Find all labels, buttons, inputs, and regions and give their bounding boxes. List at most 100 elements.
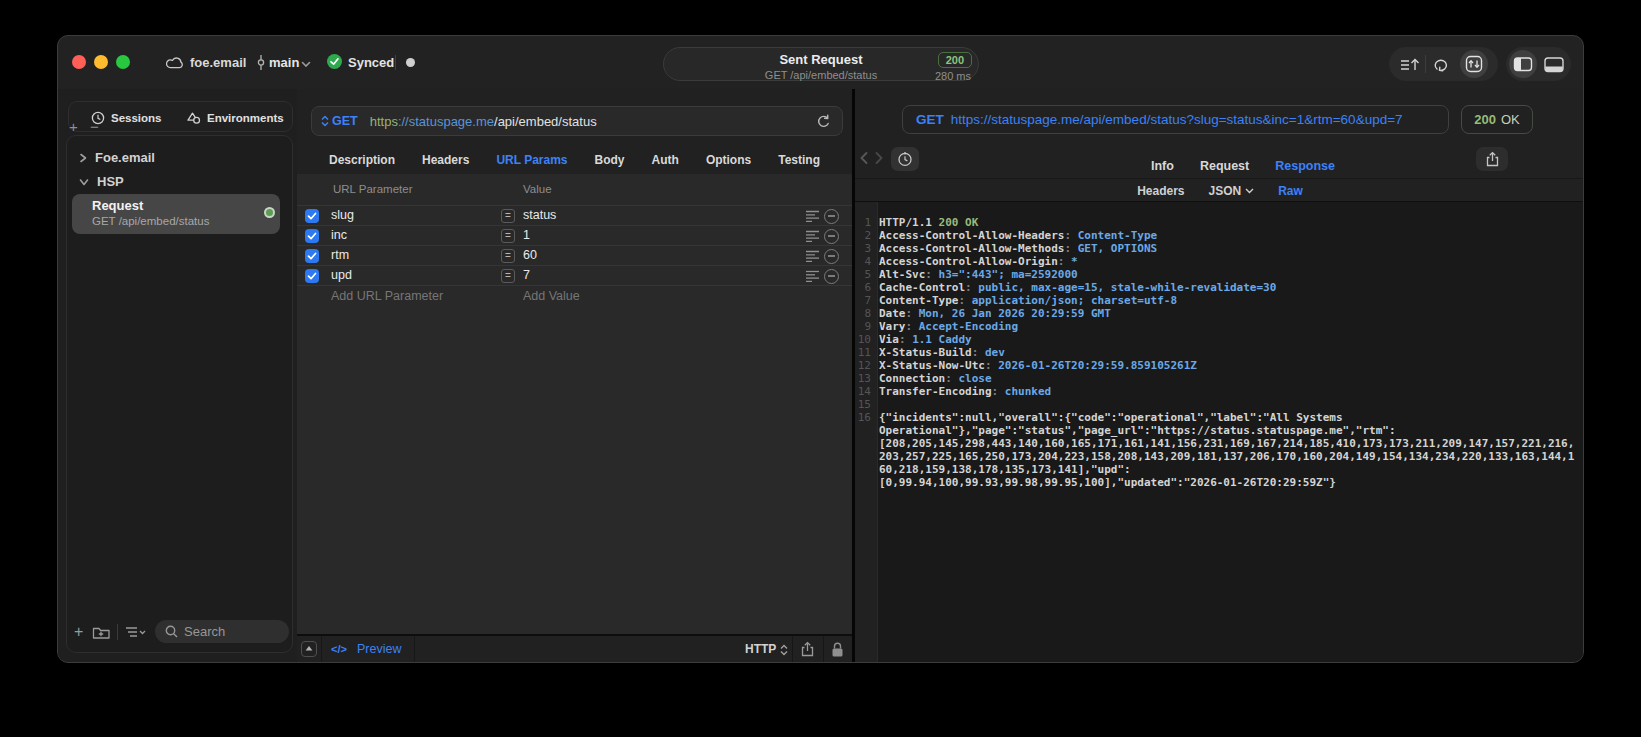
- close-window-button[interactable]: [72, 55, 86, 69]
- request-tab-auth[interactable]: Auth: [652, 153, 679, 167]
- response-tab-response[interactable]: Response: [1275, 159, 1335, 173]
- refresh-icon[interactable]: [816, 114, 831, 130]
- params-table: URL Parameter Value slug=statusinc=1rtm=…: [297, 174, 852, 634]
- tree-item-foe-email[interactable]: Foe.email: [79, 150, 155, 165]
- response-line: 2Access-Control-Allow-Headers: Content-T…: [855, 229, 1579, 242]
- history-clock-button[interactable]: [891, 147, 919, 171]
- param-name[interactable]: inc: [331, 228, 347, 242]
- remove-session-button[interactable]: −: [90, 118, 99, 135]
- response-line: 3Access-Control-Allow-Methods: GET, OPTI…: [855, 242, 1579, 255]
- reorder-lines-icon[interactable]: [806, 250, 820, 262]
- url-input[interactable]: GET https://statuspage.me/api/embed/stat…: [311, 106, 843, 136]
- forward-icon[interactable]: [874, 151, 884, 165]
- param-name[interactable]: slug: [331, 208, 354, 222]
- response-subtab-headers[interactable]: Headers: [1137, 184, 1184, 198]
- response-line: [208,205,145,298,443,140,160,165,171,161…: [855, 437, 1579, 450]
- import-export-button[interactable]: [1460, 50, 1488, 78]
- reorder-lines-icon[interactable]: [806, 210, 820, 222]
- bottom-panel-toggle-icon[interactable]: [1542, 54, 1566, 75]
- add-value[interactable]: Add Value: [523, 289, 580, 303]
- sidebar-toggle-button[interactable]: [1509, 50, 1537, 78]
- line-number: 7: [855, 294, 871, 307]
- response-line: Operational"},"page":"status","page_url"…: [855, 424, 1579, 437]
- chevron-down-icon[interactable]: [301, 61, 311, 68]
- line-number: 9: [855, 320, 871, 333]
- response-tab-info[interactable]: Info: [1151, 159, 1174, 173]
- equals-icon[interactable]: =: [501, 209, 515, 223]
- response-subtab-raw[interactable]: Raw: [1278, 184, 1303, 198]
- request-tab-testing[interactable]: Testing: [778, 153, 820, 167]
- share-icon[interactable]: [799, 641, 816, 658]
- disclosure-chevron-down[interactable]: [79, 178, 89, 186]
- equals-icon[interactable]: =: [501, 269, 515, 283]
- param-checkbox[interactable]: [305, 269, 319, 283]
- branch-selector[interactable]: main: [269, 55, 299, 70]
- tab-environments[interactable]: Environments: [186, 102, 284, 133]
- tree-item-hsp[interactable]: HSP: [79, 174, 124, 189]
- request-tab-body[interactable]: Body: [595, 153, 625, 167]
- response-share-button[interactable]: [1476, 147, 1508, 171]
- lock-icon[interactable]: [830, 641, 845, 658]
- loop-icon[interactable]: [1433, 57, 1451, 72]
- response-body: 1HTTP/1.1 200 OK2Access-Control-Allow-He…: [855, 202, 1583, 662]
- param-checkbox[interactable]: [305, 229, 319, 243]
- line-number: 5: [855, 268, 871, 281]
- add-url-parameter[interactable]: Add URL Parameter: [331, 289, 443, 303]
- request-tab-headers[interactable]: Headers: [422, 153, 469, 167]
- remove-circle-icon[interactable]: [824, 229, 839, 244]
- sync-status[interactable]: Synced: [348, 55, 394, 70]
- param-value[interactable]: status: [523, 208, 556, 222]
- request-method[interactable]: GET: [332, 114, 358, 128]
- preview-button[interactable]: Preview: [357, 642, 401, 656]
- request-tab-options[interactable]: Options: [706, 153, 751, 167]
- new-folder-icon[interactable]: [92, 625, 111, 640]
- param-row-rtm: rtm = 60: [297, 245, 852, 265]
- request-url[interactable]: https://statuspage.me/api/embed/status: [370, 114, 597, 129]
- disclosure-chevron-right[interactable]: [79, 153, 87, 163]
- line-number: [855, 424, 871, 437]
- zoom-window-button[interactable]: [116, 55, 130, 69]
- param-checkbox[interactable]: [305, 209, 319, 223]
- add-request-button[interactable]: +: [74, 623, 83, 641]
- line-number: 15: [855, 398, 871, 411]
- param-value[interactable]: 60: [523, 248, 537, 262]
- response-tab-request[interactable]: Request: [1200, 159, 1249, 173]
- request-list-item[interactable]: Request GET /api/embed/status: [72, 194, 280, 234]
- param-value[interactable]: 1: [523, 228, 530, 242]
- protocol-updown-icon[interactable]: [780, 644, 788, 656]
- add-session-button[interactable]: +: [69, 118, 78, 135]
- equals-icon[interactable]: =: [501, 249, 515, 263]
- protocol-selector[interactable]: HTTP: [745, 642, 776, 656]
- export-lines-icon[interactable]: [1400, 57, 1420, 72]
- reorder-lines-icon[interactable]: [806, 270, 820, 282]
- response-line: 9Vary: Accept-Encoding: [855, 320, 1579, 333]
- param-checkbox[interactable]: [305, 249, 319, 263]
- remove-circle-icon[interactable]: [824, 249, 839, 264]
- list-options-icon[interactable]: [125, 625, 147, 639]
- minimize-window-button[interactable]: [94, 55, 108, 69]
- request-tab-url-params[interactable]: URL Params: [496, 153, 567, 167]
- response-subtab-json[interactable]: JSON: [1209, 184, 1255, 198]
- line-number: [855, 476, 871, 489]
- request-tab-description[interactable]: Description: [329, 153, 395, 167]
- reorder-lines-icon[interactable]: [806, 230, 820, 242]
- back-icon[interactable]: [859, 151, 869, 165]
- remove-circle-icon[interactable]: [824, 209, 839, 224]
- request-status-pill[interactable]: Sent Request GET /api/embed/status 200 2…: [663, 47, 979, 81]
- param-value[interactable]: 7: [523, 268, 530, 282]
- param-name[interactable]: upd: [331, 268, 352, 282]
- collapse-icon[interactable]: [301, 641, 317, 657]
- search-input[interactable]: Search: [155, 620, 289, 643]
- remove-circle-icon[interactable]: [824, 269, 839, 284]
- equals-icon[interactable]: =: [501, 229, 515, 243]
- footer-separator: [792, 636, 793, 662]
- response-line: 11X-Status-Build: dev: [855, 346, 1579, 359]
- app-window: foe.email main Synced Sent Request GET /…: [57, 35, 1584, 663]
- tab-sessions[interactable]: Sessions: [91, 102, 162, 133]
- request-footer: </> Preview HTTP: [297, 634, 852, 662]
- column-header-value: Value: [523, 174, 552, 205]
- line-number: 10: [855, 333, 871, 346]
- param-name[interactable]: rtm: [331, 248, 349, 262]
- response-line: 8Date: Mon, 26 Jan 2026 20:29:59 GMT: [855, 307, 1579, 320]
- updown-icon[interactable]: [321, 115, 329, 127]
